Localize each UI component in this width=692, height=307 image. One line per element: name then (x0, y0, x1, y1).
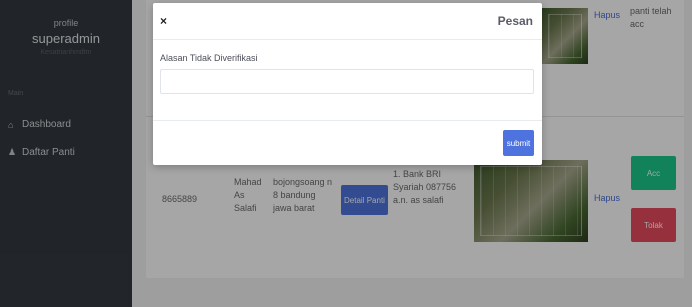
field-label: Alasan Tidak Diverifikasi (160, 53, 258, 63)
modal-header: × Pesan (153, 3, 542, 40)
close-icon[interactable]: × (160, 14, 167, 28)
modal-title: Pesan (497, 14, 533, 28)
pesan-modal: × Pesan Alasan Tidak Diverifikasi submit (153, 3, 542, 165)
modal-footer-divider (153, 120, 542, 121)
alasan-input[interactable] (160, 69, 534, 94)
page: profile superadmin Kesatrianhmdtm Main ⌂… (0, 0, 692, 307)
submit-button[interactable]: submit (503, 130, 534, 156)
